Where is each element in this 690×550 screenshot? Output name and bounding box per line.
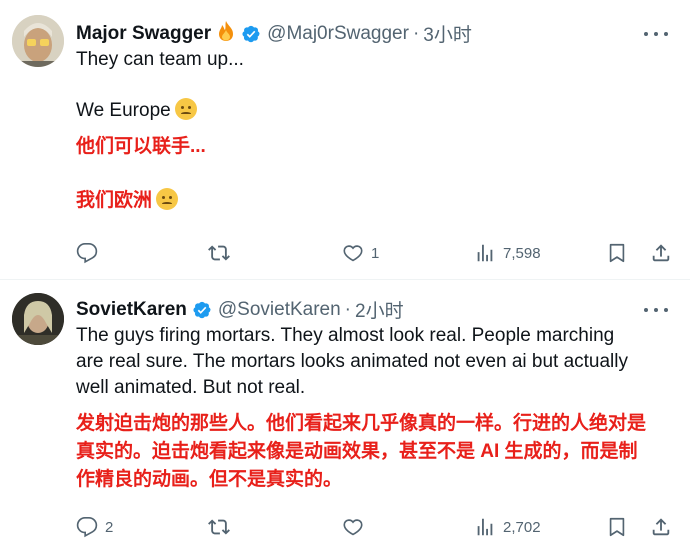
translation-line: 我们欧洲 (76, 190, 153, 211)
tweet-text: They can team up... (76, 47, 676, 73)
like-icon (343, 245, 363, 262)
bookmark-icon (609, 517, 625, 537)
views-button[interactable]: 7,598 (474, 240, 541, 266)
handle[interactable]: @Maj0rSwagger (267, 23, 409, 45)
views-button[interactable]: 2,702 (474, 514, 541, 540)
tweet-line: The guys firing mortars. They almost loo… (76, 325, 615, 346)
translation-line: 作精良的动画。但不是真实的。 (76, 469, 343, 490)
tweet-line-with-emoji: We Europe (76, 98, 676, 124)
repost-icon (208, 245, 230, 261)
views-count: 7,598 (503, 244, 541, 262)
separator-dot: · (344, 298, 351, 320)
tweet: SovietKaren @SovietKaren · 2小时 The guys … (0, 280, 690, 550)
repost-button[interactable] (208, 514, 237, 540)
action-bar: 2 2,702 (76, 514, 676, 540)
tweet-line: We Europe (76, 100, 171, 121)
translation-line: 真实的。迫击炮看起来像是动画效果，甚至不是 AI 生成的，而是制 (76, 441, 638, 462)
views-icon (477, 518, 493, 536)
reply-icon (76, 243, 98, 264)
reply-button[interactable]: 2 (76, 514, 113, 540)
tweet-line: are real sure. The mortars looks animate… (76, 351, 628, 372)
views-icon (477, 244, 493, 262)
tweet-header: SovietKaren @SovietKaren · 2小时 (76, 296, 404, 323)
tweet-text: The guys firing mortars. They almost loo… (76, 323, 676, 401)
share-button[interactable] (650, 514, 672, 540)
like-icon (343, 519, 363, 536)
bookmark-button[interactable] (606, 240, 628, 266)
bookmark-icon (609, 243, 625, 263)
woozy-face-emoji-icon (156, 188, 179, 210)
flame-emoji-icon (216, 20, 236, 47)
translation-line-with-emoji: 我们欧洲 (76, 188, 676, 214)
tweet-header: Major Swagger @Maj0rSwagger · 3小时 (76, 20, 472, 47)
like-button[interactable] (342, 514, 371, 540)
tweet-line: well animated. But not real. (76, 377, 306, 398)
bookmark-button[interactable] (606, 514, 628, 540)
display-name[interactable]: Major Swagger (76, 23, 211, 45)
like-button[interactable]: 1 (342, 240, 379, 266)
more-icon[interactable] (644, 300, 668, 320)
translation-text: 发射迫击炮的那些人。他们看起来几乎像真的一样。行进的人绝对是 真实的。迫击炮看起… (76, 410, 676, 494)
share-button[interactable] (650, 240, 672, 266)
avatar[interactable] (12, 293, 64, 345)
translation-line: 他们可以联手... (76, 136, 206, 157)
reply-button[interactable] (76, 240, 105, 266)
tweet-line: They can team up... (76, 49, 244, 70)
avatar[interactable] (12, 15, 64, 67)
timestamp[interactable]: 3小时 (423, 20, 472, 47)
woozy-face-emoji-icon (174, 98, 197, 120)
display-name[interactable]: SovietKaren (76, 299, 187, 321)
separator-dot: · (412, 22, 420, 44)
share-icon (652, 518, 670, 536)
translation-line: 发射迫击炮的那些人。他们看起来几乎像真的一样。行进的人绝对是 (76, 413, 647, 434)
tweet: Major Swagger @Maj0rSwagger · 3小时 They c… (0, 0, 690, 280)
verified-badge-icon (242, 25, 260, 42)
like-count: 1 (371, 244, 380, 262)
repost-icon (208, 519, 230, 535)
handle[interactable]: @SovietKaren (218, 299, 341, 321)
timestamp[interactable]: 2小时 (355, 296, 404, 323)
verified-badge-icon (193, 301, 211, 318)
more-icon[interactable] (644, 24, 668, 44)
share-icon (652, 244, 670, 262)
reply-icon (76, 517, 98, 538)
repost-button[interactable] (208, 240, 237, 266)
action-bar: 1 7,598 (76, 240, 676, 266)
views-count: 2,702 (503, 518, 541, 536)
reply-count: 2 (105, 518, 114, 536)
